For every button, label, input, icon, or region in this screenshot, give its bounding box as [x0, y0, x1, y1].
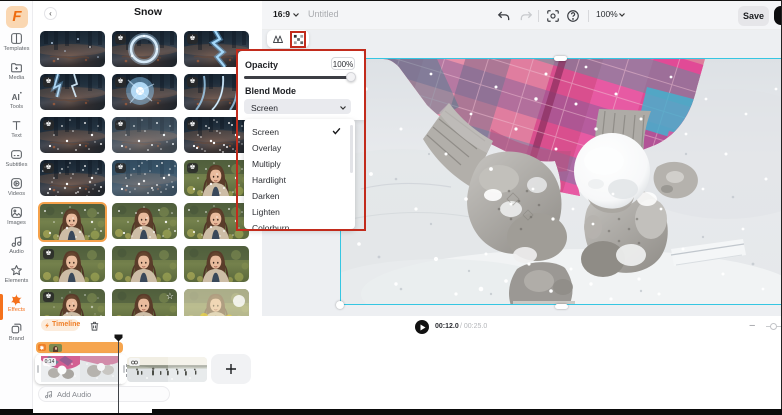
svg-text:AI: AI	[12, 93, 20, 102]
